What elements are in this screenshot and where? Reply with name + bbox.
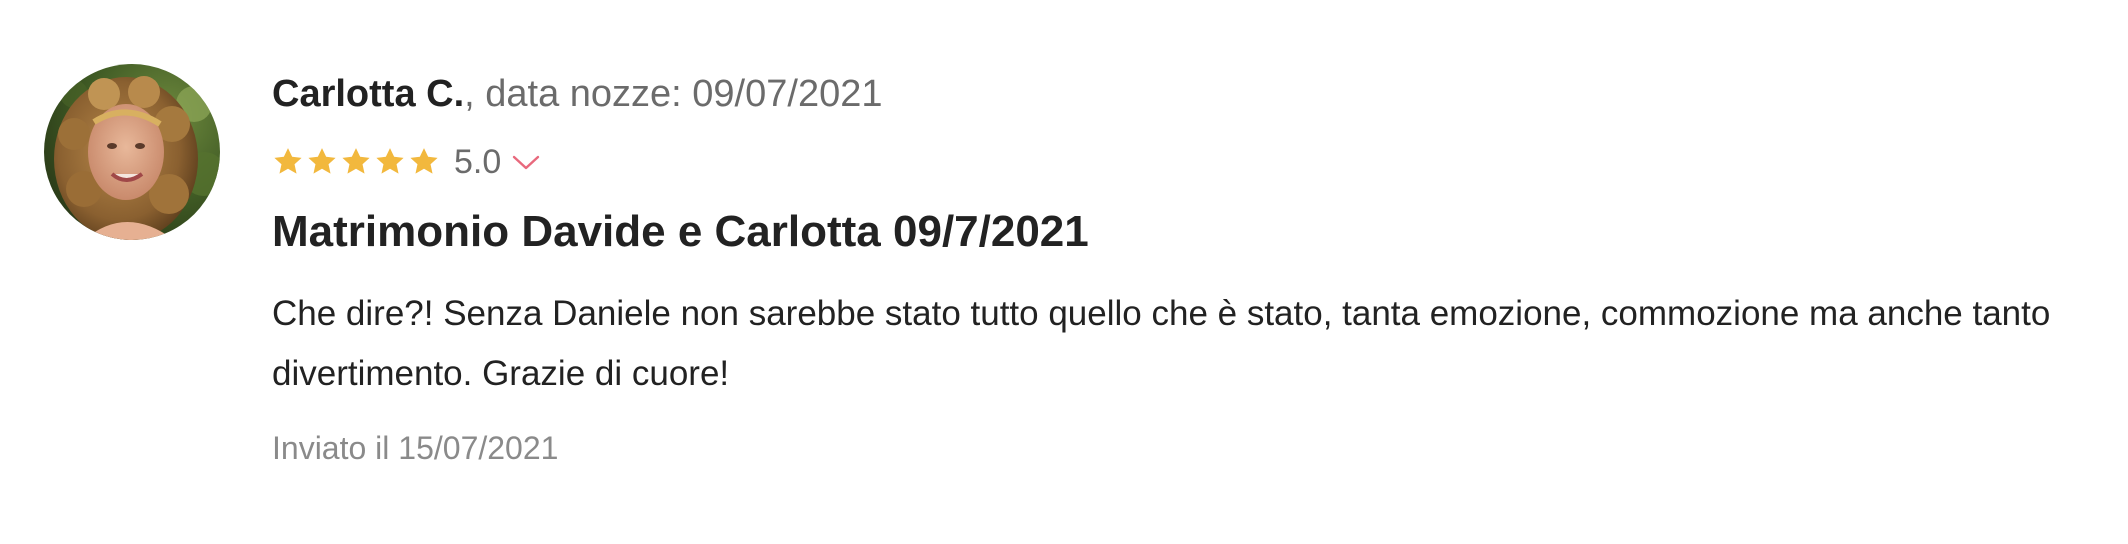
- star-icon: [272, 146, 304, 178]
- star-icon: [306, 146, 338, 178]
- star-icon: [374, 146, 406, 178]
- rating-details-toggle[interactable]: [511, 152, 541, 172]
- rating-row: 5.0: [272, 142, 541, 182]
- star-icon: [408, 146, 440, 178]
- review-title: Matrimonio Davide e Carlotta 09/7/2021: [272, 207, 1089, 256]
- star-icon: [340, 146, 372, 178]
- chevron-down-icon[interactable]: [511, 152, 541, 172]
- review-card: Carlotta C., data nozze: 09/07/2021 5.0 …: [44, 64, 2084, 504]
- avatar: [44, 64, 220, 240]
- avatar-photo: [44, 64, 220, 240]
- author-name: Carlotta C.: [272, 73, 465, 115]
- rating-stars: [272, 146, 440, 178]
- sent-date: Inviato il 15/07/2021: [272, 430, 559, 466]
- review-body: Che dire?! Senza Daniele non sarebbe sta…: [272, 294, 2051, 393]
- rating-value: 5.0: [454, 142, 502, 181]
- review-meta: Carlotta C., data nozze: 09/07/2021: [272, 70, 882, 118]
- wedding-date: , data nozze: 09/07/2021: [464, 73, 883, 115]
